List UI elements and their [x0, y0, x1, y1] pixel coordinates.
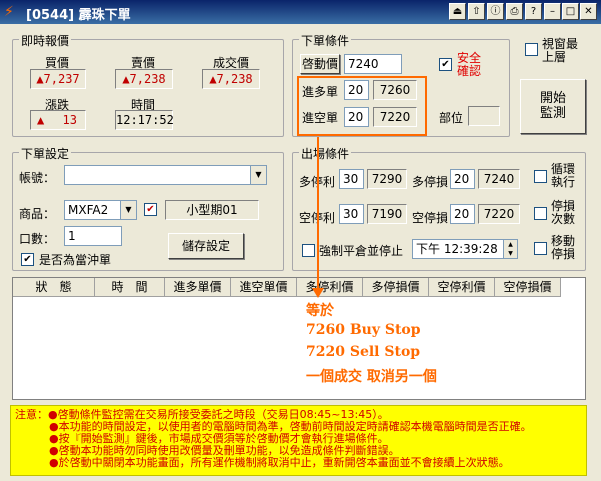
annotation-line-4: 一個成交 取消另一個 [306, 369, 437, 385]
notice-line: 注意：●啓動條件監控需在交易所接受委託之時段（交易日08:45~13:45）。 [15, 409, 389, 421]
notice-line: ●本功能的時間設定，以使用者的電腦時間為準，啓動前時間設定時請確認本機電腦時間是… [49, 421, 532, 433]
annotation-line-1: 等於 [306, 303, 334, 319]
annotation-line-2: 7260 Buy Stop [306, 322, 421, 338]
notice-panel: 注意：●啓動條件監控需在交易所接受委託之時段（交易日08:45~13:45）。 … [10, 405, 587, 476]
notice-line: ●於啓動中關閉本功能畫面，所有運作機制將取消中止，重新開啓本畫面並不會接續上次狀… [49, 457, 510, 469]
notice-line: ●啓動本功能時勿同時使用改價量及刪單功能，以免造成條件判斷錯誤。 [49, 445, 400, 457]
notice-line: ●按『開始監測』鍵後，市場成交價須等於啓動價才會執行進場條件。 [49, 433, 389, 445]
annotation-line-3: 7220 Sell Stop [306, 344, 421, 360]
